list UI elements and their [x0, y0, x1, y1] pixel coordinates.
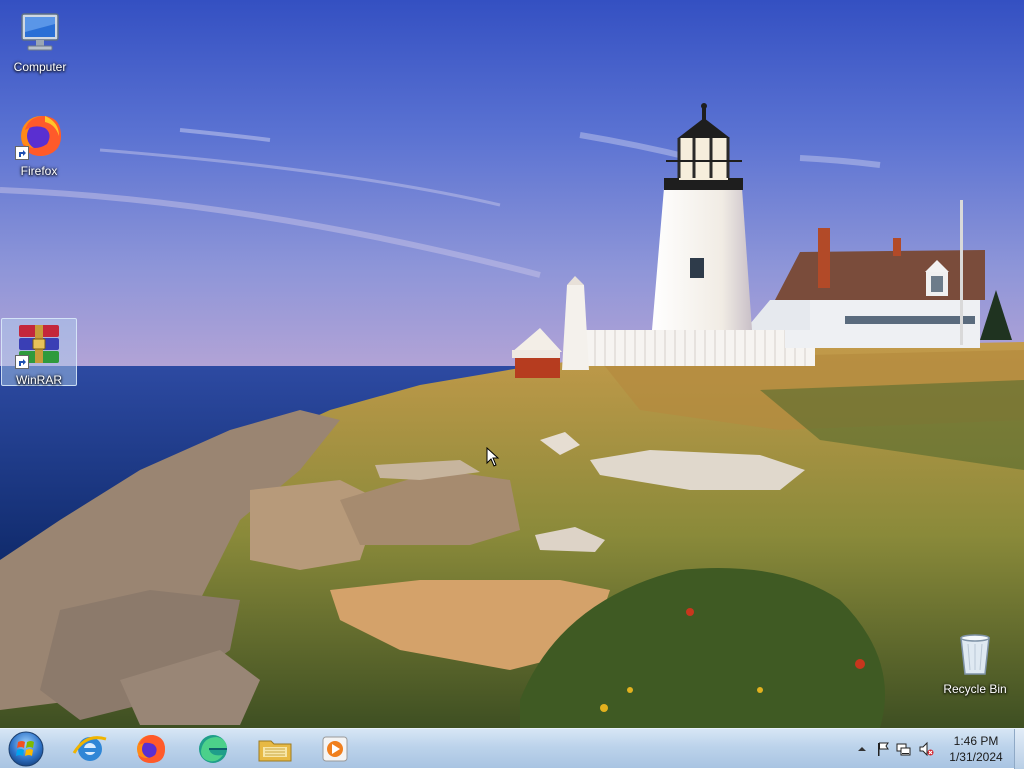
- shortcut-arrow-icon: [15, 146, 29, 160]
- firefox-icon: [137, 735, 165, 763]
- start-button[interactable]: [6, 730, 46, 768]
- recycle-bin-icon: [951, 630, 999, 678]
- desktop-icon-label: Recycle Bin: [943, 682, 1007, 696]
- clock-date: 1/31/2024: [949, 750, 1003, 764]
- winrar-icon: [15, 321, 63, 369]
- clock[interactable]: 1:46 PM 1/31/2024: [938, 733, 1014, 765]
- desktop-icon-label: Computer: [13, 60, 67, 74]
- media-player-icon: [322, 736, 348, 762]
- desktop-icon-winrar[interactable]: WinRAR: [1, 318, 77, 387]
- taskbar-media-player[interactable]: [311, 731, 359, 767]
- taskbar-file-explorer[interactable]: [251, 731, 299, 767]
- taskbar-internet-explorer[interactable]: [66, 731, 114, 767]
- desktop-icon-recycle-bin[interactable]: Recycle Bin: [937, 628, 1013, 700]
- internet-explorer-icon: [72, 736, 107, 761]
- mouse-cursor-icon: [486, 447, 500, 467]
- edge-icon: [199, 735, 227, 763]
- volume-muted-icon[interactable]: [918, 741, 934, 757]
- file-explorer-icon: [258, 740, 292, 762]
- show-desktop-button[interactable]: [1014, 729, 1024, 769]
- firefox-icon: [15, 112, 63, 160]
- show-hidden-icons-icon[interactable]: [854, 741, 870, 757]
- desktop-icon-computer[interactable]: Computer: [2, 6, 78, 76]
- desktop-icon-label: WinRAR: [15, 373, 62, 387]
- shortcut-arrow-icon: [15, 355, 29, 369]
- clock-time: 1:46 PM: [953, 734, 999, 748]
- wallpaper-lighthouse: [0, 0, 1024, 728]
- desktop[interactable]: Computer Firefox WinRAR Recycle Bin: [0, 0, 1024, 728]
- windows-logo-icon: [8, 731, 44, 767]
- system-tray: 1:46 PM 1/31/2024: [834, 729, 1024, 769]
- taskbar-firefox[interactable]: [127, 731, 175, 767]
- action-center-flag-icon[interactable]: [875, 741, 891, 757]
- taskbar[interactable]: 1:46 PM 1/31/2024: [0, 728, 1024, 769]
- desktop-icon-label: Firefox: [20, 164, 58, 178]
- computer-icon: [16, 8, 64, 56]
- network-icon[interactable]: [896, 741, 912, 757]
- taskbar-edge[interactable]: [189, 731, 237, 767]
- desktop-icon-firefox[interactable]: Firefox: [1, 110, 77, 180]
